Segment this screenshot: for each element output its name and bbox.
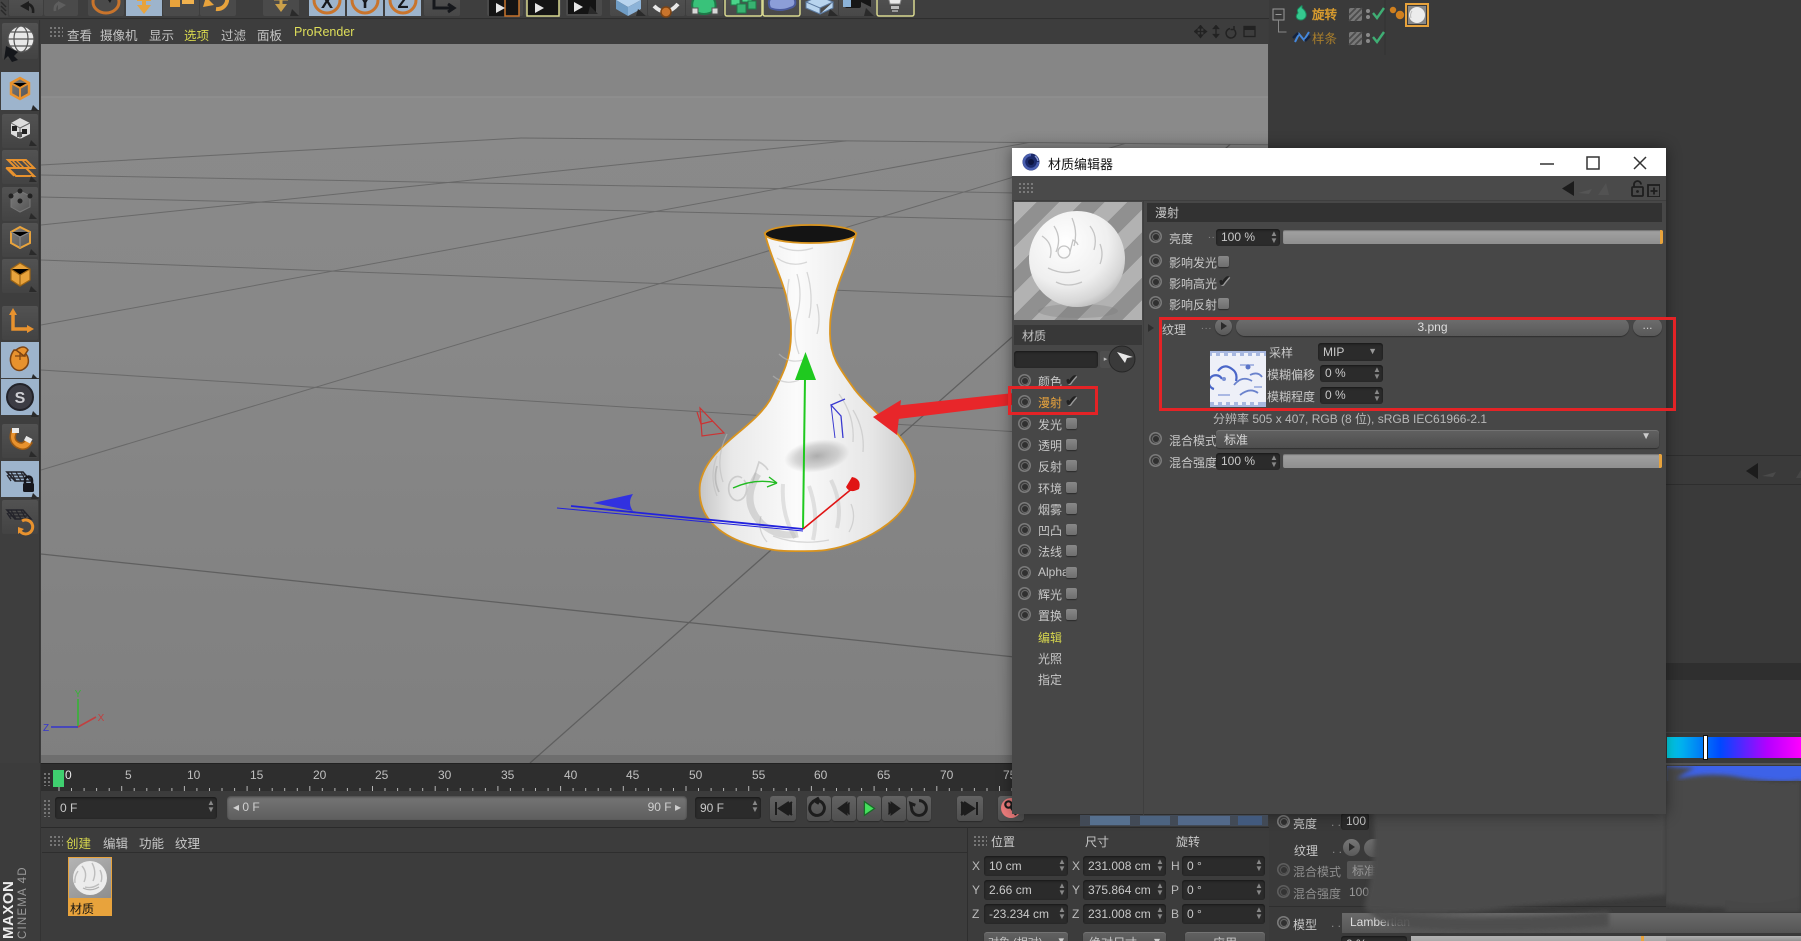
svg-text:X: X	[321, 0, 333, 12]
svg-text:X: X	[98, 713, 105, 724]
svg-text:Z: Z	[398, 0, 409, 12]
svg-text:Y: Y	[75, 689, 82, 700]
svg-text:S: S	[15, 390, 26, 407]
svg-text:Y: Y	[359, 0, 371, 12]
svg-text:样条: 样条	[1312, 31, 1338, 46]
svg-text:Z: Z	[43, 723, 49, 734]
svg-text:旋转: 旋转	[1311, 7, 1338, 22]
